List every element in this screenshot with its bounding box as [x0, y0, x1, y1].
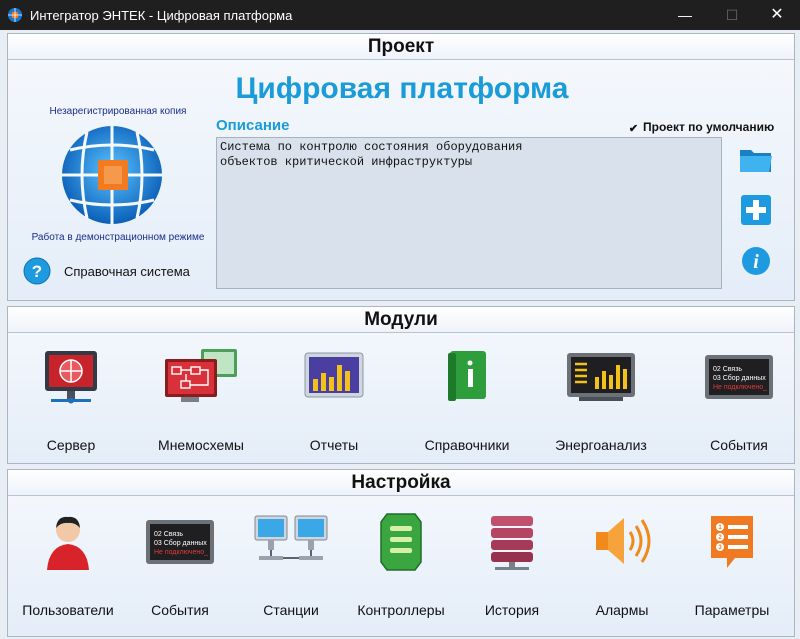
- events-line-2: 03 Сбор данных: [154, 539, 207, 547]
- description-label: Описание: [216, 117, 290, 134]
- server-icon: [45, 351, 97, 404]
- description-textarea[interactable]: Система по контролю состояния оборудован…: [216, 137, 722, 289]
- default-project-label: Проект по умолчанию: [643, 120, 775, 134]
- module-events[interactable]: 02 Связь 03 Сбор данных Не подключено_ С…: [684, 347, 794, 457]
- module-server-label: Сервер: [46, 437, 96, 453]
- reports-chart-icon: [304, 352, 364, 398]
- energy-analysis-icon: [567, 353, 635, 401]
- settings-panel: Настройка Пользователи 02 Связь 03 Сбор …: [7, 469, 795, 637]
- title-bar: Интегратор ЭНТЕК - Цифровая платформа — …: [0, 0, 800, 30]
- module-reports[interactable]: Отчеты: [279, 347, 389, 457]
- module-reports-label: Отчеты: [309, 437, 359, 453]
- settings-header: Настройка: [8, 470, 794, 496]
- minimize-button[interactable]: —: [662, 0, 708, 30]
- setting-parameters-label: Параметры: [694, 602, 770, 618]
- speaker-icon: [596, 518, 651, 564]
- project-panel: Проект Цифровая платформа Незарегистриро…: [7, 33, 795, 301]
- events-line-3: Не подключено_: [154, 549, 208, 556]
- demo-mode-notice: Работа в демонстрационном режиме: [31, 232, 205, 243]
- module-events-label: События: [710, 437, 768, 453]
- checkbox-check-icon[interactable]: ✔: [628, 124, 639, 135]
- help-system-link[interactable]: Справочная система: [64, 264, 190, 279]
- stations-icon: [254, 515, 328, 560]
- controller-icon: [380, 513, 422, 571]
- events-line-1: 02 Связь: [713, 366, 742, 373]
- module-reference[interactable]: Справочники: [412, 347, 522, 457]
- close-button[interactable]: ✕: [754, 0, 800, 30]
- modules-panel: Модули Сервер Мнемосхемы Отчеты Справочн…: [7, 306, 795, 464]
- entek-logo-icon: [62, 126, 162, 224]
- open-folder-icon[interactable]: [738, 141, 774, 177]
- info-icon[interactable]: i: [738, 243, 774, 279]
- unregistered-notice: Незарегистрированная копия: [49, 106, 187, 117]
- modules-header: Модули: [8, 307, 794, 333]
- platform-title: Цифровая платформа: [235, 72, 569, 105]
- events-line-2: 03 Сбор данных: [713, 374, 766, 382]
- user-icon: [47, 516, 89, 570]
- svg-text:?: ?: [32, 262, 42, 281]
- add-plus-icon[interactable]: [738, 192, 774, 228]
- events-screen-icon: 02 Связь 03 Сбор данных Не подключено_: [705, 355, 773, 399]
- events-line-1: 02 Связь: [154, 531, 183, 538]
- mnemonic-icon: [165, 349, 237, 402]
- project-header: Проект: [8, 34, 794, 60]
- events-line-3: Не подключено_: [713, 384, 767, 391]
- module-mnemonic[interactable]: Мнемосхемы: [146, 347, 256, 457]
- module-server[interactable]: Сервер: [16, 347, 126, 457]
- module-mnemonic-label: Мнемосхемы: [158, 437, 244, 453]
- svg-text:i: i: [753, 251, 759, 273]
- window-title: Интегратор ЭНТЕК - Цифровая платформа: [30, 8, 293, 23]
- setting-parameters[interactable]: 1 2 3 Параметры: [677, 512, 787, 622]
- parameters-icon: 1 2 3: [711, 516, 753, 568]
- module-energy[interactable]: Энергоанализ: [546, 347, 656, 457]
- app-body: Проект Цифровая платформа Незарегистриро…: [0, 30, 800, 639]
- module-reference-label: Справочники: [424, 437, 510, 453]
- default-project-checkbox[interactable]: ✔ Проект по умолчанию: [628, 120, 774, 135]
- maximize-button[interactable]: ☐: [709, 0, 755, 30]
- app-logo-icon: [8, 8, 22, 22]
- events-screen-icon: 02 Связь 03 Сбор данных Не подключено_: [146, 520, 214, 564]
- help-icon[interactable]: ?: [23, 257, 51, 285]
- reference-book-icon: [448, 351, 486, 401]
- module-energy-label: Энергоанализ: [555, 437, 647, 453]
- database-icon: [491, 516, 533, 570]
